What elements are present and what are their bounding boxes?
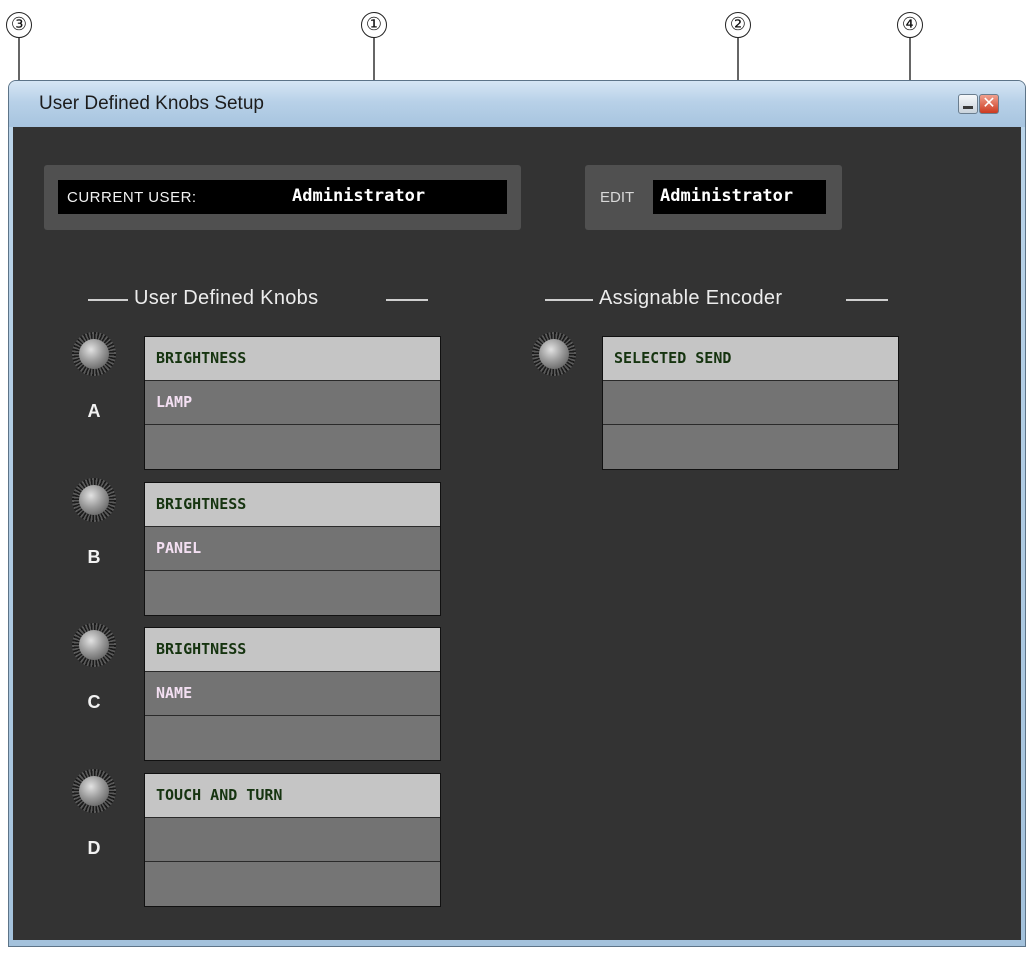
edit-user-value: Administrator	[660, 186, 794, 206]
section-line	[386, 299, 428, 301]
section-line	[846, 299, 888, 301]
knob-a-slot-2[interactable]: LAMP	[145, 381, 440, 425]
knob-a-icon[interactable]	[72, 332, 116, 376]
user-defined-knobs-heading: User Defined Knobs	[134, 287, 319, 309]
knob-a-slots: BRIGHTNESS LAMP	[144, 336, 441, 470]
section-line	[88, 299, 128, 301]
callout-1: ①	[361, 12, 387, 38]
minimize-icon[interactable]	[958, 94, 978, 114]
knob-c-slot-2[interactable]: NAME	[145, 672, 440, 716]
setup-window: User Defined Knobs Setup ✕ CURRENT USER:…	[8, 80, 1026, 947]
callout-4: ④	[897, 12, 923, 38]
edit-label: EDIT	[600, 189, 635, 206]
encoder-slot-3[interactable]	[603, 425, 898, 469]
knob-c-icon[interactable]	[72, 623, 116, 667]
knob-d-icon[interactable]	[72, 769, 116, 813]
assignable-encoder-icon[interactable]	[532, 332, 576, 376]
assignable-encoder-slots: SELECTED SEND	[602, 336, 899, 470]
window-title: User Defined Knobs Setup	[39, 93, 264, 114]
section-line	[545, 299, 593, 301]
knob-b-icon[interactable]	[72, 478, 116, 522]
current-user-display: CURRENT USER: Administrator	[58, 180, 507, 214]
title-bar[interactable]: User Defined Knobs Setup ✕	[9, 81, 1025, 127]
edit-user-panel: EDIT Administrator	[585, 165, 842, 230]
current-user-panel: CURRENT USER: Administrator	[44, 165, 521, 230]
close-icon[interactable]: ✕	[979, 94, 999, 114]
knob-d-slots: TOUCH AND TURN	[144, 773, 441, 907]
knob-c-slot-3[interactable]	[145, 716, 440, 760]
callout-3: ③	[6, 12, 32, 38]
knob-b-letter: B	[87, 547, 101, 567]
window-client-area: CURRENT USER: Administrator EDIT Adminis…	[13, 127, 1021, 940]
knob-c-letter: C	[87, 692, 101, 712]
knob-a-letter: A	[87, 401, 101, 421]
knob-d-slot-2[interactable]	[145, 818, 440, 862]
current-user-label: CURRENT USER:	[67, 189, 197, 206]
knob-d-letter: D	[87, 838, 101, 858]
assignable-encoder-heading: Assignable Encoder	[599, 287, 783, 309]
encoder-slot-2[interactable]	[603, 381, 898, 425]
encoder-slot-1[interactable]: SELECTED SEND	[603, 337, 898, 381]
knob-b-slot-2[interactable]: PANEL	[145, 527, 440, 571]
knob-b-slot-1[interactable]: BRIGHTNESS	[145, 483, 440, 527]
knob-d-slot-3[interactable]	[145, 862, 440, 906]
knob-c-slots: BRIGHTNESS NAME	[144, 627, 441, 761]
knob-b-slot-3[interactable]	[145, 571, 440, 615]
callout-2: ②	[725, 12, 751, 38]
knob-c-slot-1[interactable]: BRIGHTNESS	[145, 628, 440, 672]
edit-user-button[interactable]: Administrator	[653, 180, 826, 214]
knob-b-slots: BRIGHTNESS PANEL	[144, 482, 441, 616]
knob-a-slot-1[interactable]: BRIGHTNESS	[145, 337, 440, 381]
knob-a-slot-3[interactable]	[145, 425, 440, 469]
knob-d-slot-1[interactable]: TOUCH AND TURN	[145, 774, 440, 818]
current-user-value: Administrator	[292, 186, 426, 206]
